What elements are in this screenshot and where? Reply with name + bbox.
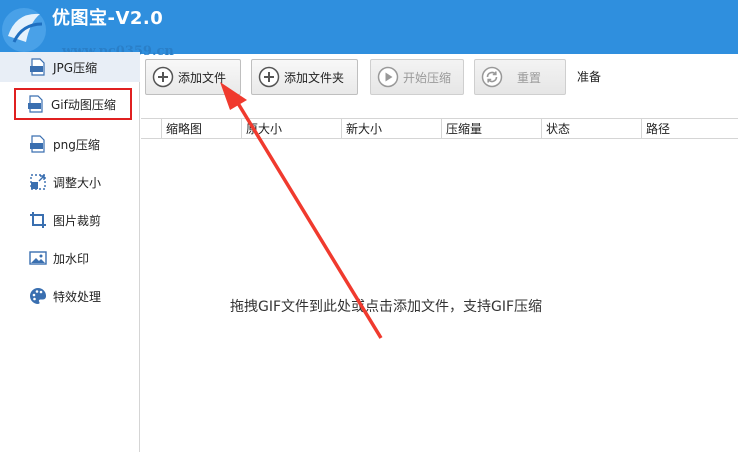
toolbar: 添加文件 添加文件夹 开始压缩 重置 准备	[140, 54, 738, 118]
title-bar: 优图宝-V2.0 www.pc0359.cn	[0, 0, 738, 59]
sidebar-item-gif-compress[interactable]: Gif动图压缩	[14, 88, 132, 120]
plus-circle-icon	[152, 66, 174, 88]
sidebar-item-label: JPG压缩	[53, 60, 98, 75]
crop-icon	[28, 210, 48, 230]
status-text: 准备	[577, 70, 602, 84]
sidebar-item-label: png压缩	[53, 137, 100, 152]
column-header-new-size[interactable]: 新大小	[341, 119, 441, 139]
watermark-image-icon	[28, 248, 48, 268]
start-compress-button[interactable]: 开始压缩	[370, 59, 464, 95]
add-folder-label: 添加文件夹	[284, 70, 345, 85]
sidebar-item-resize[interactable]: 调整大小	[0, 164, 140, 200]
app-logo-icon	[2, 8, 46, 52]
sidebar-item-label: 特效处理	[53, 289, 102, 304]
gif-file-icon	[26, 94, 46, 114]
sidebar-item-watermark[interactable]: 加水印	[0, 240, 140, 276]
sidebar-item-label: 加水印	[53, 251, 90, 266]
app-title: 优图宝-V2.0	[52, 8, 164, 29]
drop-hint-text: 拖拽GIF文件到此处或点击添加文件，支持GIF压缩	[230, 299, 543, 315]
sidebar-item-label: 图片裁剪	[53, 213, 102, 228]
play-circle-icon	[377, 66, 399, 88]
sidebar-item-label: 调整大小	[53, 175, 102, 190]
sidebar-item-png-compress[interactable]: png压缩	[0, 126, 140, 162]
sidebar-item-jpg-compress[interactable]: JPG压缩	[0, 52, 140, 82]
file-table-header: 缩略图 原大小 新大小 压缩量 状态 路径	[141, 118, 738, 139]
column-header-thumbnail[interactable]: 缩略图	[161, 119, 241, 139]
jpg-file-icon	[28, 57, 48, 77]
sidebar: JPG压缩 Gif动图压缩 png压缩 调整大小 图片裁剪 加水印 特效处理	[0, 52, 140, 452]
add-folder-button[interactable]: 添加文件夹	[251, 59, 358, 95]
column-header-status[interactable]: 状态	[541, 119, 641, 139]
palette-icon	[28, 286, 48, 306]
sidebar-item-label: Gif动图压缩	[51, 97, 116, 112]
start-compress-label: 开始压缩	[403, 70, 452, 85]
sidebar-item-crop[interactable]: 图片裁剪	[0, 202, 140, 238]
column-header-path[interactable]: 路径	[641, 119, 738, 139]
add-file-label: 添加文件	[178, 70, 227, 85]
add-file-button[interactable]: 添加文件	[145, 59, 241, 95]
resize-icon	[28, 172, 48, 192]
column-header-original-size[interactable]: 原大小	[241, 119, 341, 139]
png-file-icon	[28, 134, 48, 154]
refresh-icon	[481, 66, 503, 88]
column-header-compression[interactable]: 压缩量	[441, 119, 541, 139]
sidebar-item-effects[interactable]: 特效处理	[0, 278, 140, 314]
reset-button[interactable]: 重置	[474, 59, 566, 95]
plus-circle-icon	[258, 66, 280, 88]
reset-label: 重置	[517, 70, 542, 85]
